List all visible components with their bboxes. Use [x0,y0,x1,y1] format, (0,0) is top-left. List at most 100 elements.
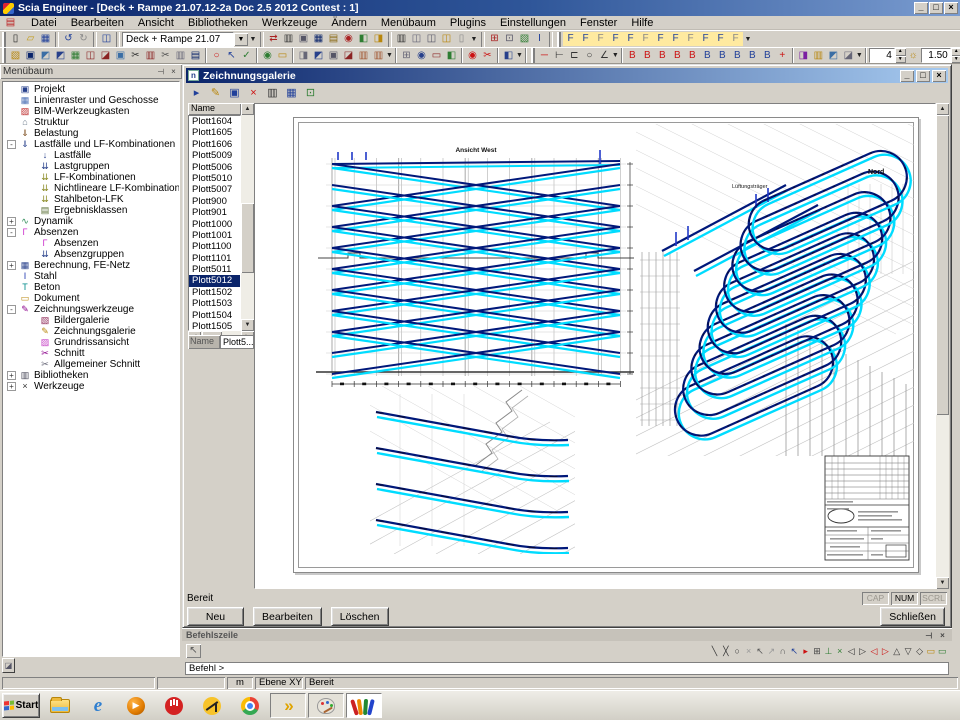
filter-b-icon[interactable]: ◪ [841,49,856,63]
tree-expander-icon[interactable]: - [7,228,16,237]
zoom-doc-icon[interactable]: ⊡ [502,32,517,46]
canvas-vscrollbar[interactable]: ▲ ▼ [936,103,949,589]
copy-add-icon[interactable]: ▧ [8,49,23,63]
beam-5-icon[interactable]: B [685,49,700,63]
report-house-icon[interactable]: ◫ [409,32,424,46]
wheel-red-icon[interactable]: ◉ [341,32,356,46]
command-input[interactable]: Befehl > [185,662,949,675]
scroll-thumb[interactable] [241,203,254,273]
xy-export-icon[interactable]: ▦ [311,32,326,46]
save-icon[interactable]: ▦ [38,32,53,46]
close-window-icon[interactable]: × [932,70,946,82]
plot-list-item[interactable]: Plott5011 [189,264,240,275]
plot-list-item[interactable]: Plott1504 [189,310,240,321]
toolbar-overflow-icon[interactable]: ▼ [248,36,258,43]
tree-item[interactable]: ⌂ Struktur [3,117,179,128]
snap-flag-icon[interactable]: ▸ [800,644,811,659]
paste-doc-icon[interactable]: ◩ [53,49,68,63]
snap-k-7-icon[interactable]: ◇ [914,644,925,659]
toolbar-overflow-icon[interactable]: ▼ [469,36,479,43]
spin-down-icon[interactable]: ▼ [951,56,960,64]
snap-k-4-icon[interactable]: ▷ [880,644,891,659]
pin-icon[interactable]: ⊤ [923,630,934,641]
snap-k-5-icon[interactable]: △ [891,644,902,659]
tree-expander-icon[interactable]: + [7,217,16,226]
tree-item[interactable]: - ✎ Zeichnungswerkzeuge [3,304,179,315]
snap-k-3-icon[interactable]: ◁ [868,644,879,659]
steel-profile-icon[interactable]: I [532,32,547,46]
view-flag-7-icon[interactable]: F [653,32,668,46]
circle-tool-icon[interactable]: ○ [582,49,597,63]
snap-circle-icon[interactable]: ○ [732,644,743,659]
close-button[interactable]: Schließen [880,607,945,626]
tree-expander-icon[interactable]: - [7,140,16,149]
new-document-icon[interactable]: ▯ [8,32,23,46]
snap-plane-a-icon[interactable]: ▭ [925,644,936,659]
group-3-icon[interactable]: ◪ [341,49,356,63]
printer-2-icon[interactable]: ▥ [394,32,409,46]
project-links-icon[interactable]: ⇄ [266,32,281,46]
beam-10-icon[interactable]: B [760,49,775,63]
snap-k-6-icon[interactable]: ▽ [902,644,913,659]
toolbar-overflow-icon[interactable]: ▼ [743,36,753,43]
tree-expander-icon[interactable]: + [7,382,16,391]
tree-item[interactable]: T Beton [3,282,179,293]
project-combo-dropdown-icon[interactable]: ▼ [234,33,248,46]
scroll-up-icon[interactable]: ▲ [936,103,949,115]
tree-item[interactable]: ✂ Schnitt [3,348,179,359]
plot-list-item[interactable]: Plott1606 [189,139,240,150]
snap-endpoint-icon[interactable]: ╲ [709,644,720,659]
page-yellow-icon[interactable]: ◧ [501,49,516,63]
menu-item[interactable]: Einstellungen [493,17,573,29]
gallery-action-button[interactable]: Bearbeiten [253,607,322,626]
menu-item[interactable]: Fenster [573,17,624,29]
snap-star-icon[interactable]: ▥ [173,49,188,63]
beam-3-icon[interactable]: B [655,49,670,63]
scissors-red-icon[interactable]: ✂ [480,49,495,63]
dim-h-icon[interactable]: ⊢ [552,49,567,63]
spin-up-icon[interactable]: ▲ [951,48,960,56]
snap-ortho-icon[interactable]: ⊥ [823,644,834,659]
view-flag-6-icon[interactable]: F [638,32,653,46]
print-gallery-icon[interactable]: ▥ [264,85,281,101]
folder-link-2-icon[interactable]: ◉ [414,49,429,63]
plot-list-item[interactable]: Plott5009 [189,150,240,161]
image-export-icon[interactable]: ▣ [296,32,311,46]
tree-item[interactable]: ▭ Dokument [3,293,179,304]
toolbar-overflow-icon[interactable]: ▼ [612,52,619,59]
line-scale-spinner[interactable]: 1.50 ▲▼ [921,48,960,63]
plot-list-item[interactable]: Plott900 [189,196,240,207]
tree-expander-icon[interactable]: - [7,305,16,314]
menu-item[interactable]: Bearbeiten [64,17,131,29]
tree-item[interactable]: - Γ Absenzen [3,227,179,238]
plot-list-vscrollbar[interactable]: ▲ ▼ [241,103,254,331]
beam-7-icon[interactable]: B [715,49,730,63]
link-a-icon[interactable]: ◉ [260,49,275,63]
tree-item[interactable]: ⇊ Nichtlineare LF-Kombinationen [3,183,179,194]
scroll-down-icon[interactable]: ▼ [936,577,949,589]
scroll-thumb[interactable] [936,115,949,415]
snap-arrow-b-icon[interactable]: ↗ [766,644,777,659]
group-quiet-icon[interactable]: ▣ [326,49,341,63]
plot-list-header[interactable]: Name [188,103,241,115]
taskbar-touch-app-button[interactable] [156,693,192,718]
wizard-1-icon[interactable]: ▥ [356,49,371,63]
plot-list-item[interactable]: Plott1604 [189,116,240,127]
undo-icon[interactable]: ↺ [61,32,76,46]
snap-grid-icon[interactable]: ⊞ [811,644,822,659]
preview-gallery-icon[interactable]: ⊡ [302,85,319,101]
plot-list-item[interactable]: Plott5007 [189,184,240,195]
picture-a-icon[interactable]: ◧ [356,32,371,46]
snap-cursor-icon[interactable]: ↖ [789,644,800,659]
view-flag-8-icon[interactable]: F [668,32,683,46]
scissors-2-icon[interactable]: ✂ [158,49,173,63]
page-preview-icon[interactable]: ▯ [454,32,469,46]
beam-2-icon[interactable]: B [640,49,655,63]
tree-item[interactable]: ▨ BIM-Werkzeugkasten [3,106,179,117]
scroll-down-icon[interactable]: ▼ [241,319,254,331]
folder-out-icon[interactable]: ▥ [811,49,826,63]
beam-8-icon[interactable]: B [730,49,745,63]
display-scale-spinner[interactable]: 4 ▲▼ [869,48,906,63]
tree-item[interactable]: Γ Absenzen [3,238,179,249]
docked-panel-tab[interactable]: ◪ [2,658,15,673]
